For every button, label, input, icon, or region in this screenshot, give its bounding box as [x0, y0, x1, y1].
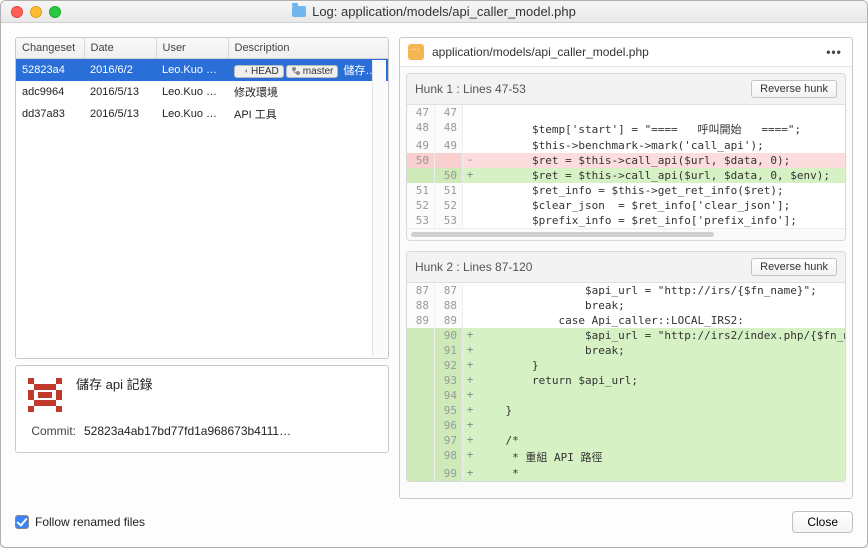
file-more-icon[interactable]: •••: [824, 45, 844, 59]
col-user[interactable]: User: [156, 38, 228, 59]
master-badge: master: [286, 65, 339, 78]
table-row[interactable]: 52823a42016/6/2Leo.Kuo <…HEADmaster 儲存…: [16, 59, 388, 82]
titlebar: Log: application/models/api_caller_model…: [1, 1, 867, 23]
code-line: 50- $ret = $this->call_api($url, $data, …: [407, 153, 845, 168]
code-line: 96+: [407, 418, 845, 433]
commit-table: Changeset Date User Description 52823a42…: [16, 38, 388, 125]
footer: Follow renamed files Close: [15, 507, 853, 533]
window-title-text: Log: application/models/api_caller_model…: [312, 4, 576, 19]
commit-label: Commit:: [24, 424, 76, 438]
hunk: Hunk 1 : Lines 47-53Reverse hunk47474848…: [406, 73, 846, 241]
diff-scroll[interactable]: Hunk 1 : Lines 47-53Reverse hunk47474848…: [400, 67, 852, 498]
folder-icon: [292, 6, 306, 17]
commit-hash: 52823a4ab17bd77fd1a968673b4111…: [84, 424, 380, 438]
window-controls: [1, 6, 61, 18]
file-bar: application/models/api_caller_model.php …: [400, 38, 852, 67]
file-path: application/models/api_caller_model.php: [432, 45, 816, 59]
code-line: 97+ /*: [407, 433, 845, 448]
table-row[interactable]: adc99642016/5/13Leo.Kuo <…修改環境: [16, 81, 388, 103]
code-line: 95+ }: [407, 403, 845, 418]
code-line: 5353 $prefix_info = $ret_info['prefix_in…: [407, 213, 845, 228]
commit-list: Changeset Date User Description 52823a42…: [15, 37, 389, 359]
left-pane: Changeset Date User Description 52823a42…: [15, 37, 389, 499]
commit-message: 儲存 api 記錄: [76, 374, 153, 393]
code-line: 4747: [407, 105, 845, 120]
commit-scrollbar[interactable]: [372, 60, 386, 356]
follow-renamed-checkbox[interactable]: Follow renamed files: [15, 515, 145, 529]
hunk-header: Hunk 1 : Lines 47-53Reverse hunk: [407, 74, 845, 105]
commit-hash-row: Commit: 52823a4ab17bd77fd1a968673b4111…: [24, 424, 380, 438]
avatar: [24, 374, 66, 416]
col-date[interactable]: Date: [84, 38, 156, 59]
code-line: 5151 $ret_info = $this->get_ret_info($re…: [407, 183, 845, 198]
code-line: 99+ *: [407, 466, 845, 481]
commit-detail: 儲存 api 記錄 Commit: 52823a4ab17bd77fd1a968…: [15, 365, 389, 453]
reverse-hunk-button[interactable]: Reverse hunk: [751, 258, 837, 276]
code-line: 5252 $clear_json = $ret_info['clear_json…: [407, 198, 845, 213]
code-line: 93+ return $api_url;: [407, 373, 845, 388]
hunk-title: Hunk 1 : Lines 47-53: [415, 82, 751, 96]
code-line: 98+ * 重組 API 路徑: [407, 448, 845, 466]
window: Log: application/models/api_caller_model…: [0, 0, 868, 548]
hunk-title: Hunk 2 : Lines 87-120: [415, 260, 751, 274]
code-block: 47474848 $temp['start'] = "==== 呼叫開始 ===…: [407, 105, 845, 228]
head-badge: HEAD: [234, 65, 284, 78]
reverse-hunk-button[interactable]: Reverse hunk: [751, 80, 837, 98]
code-line: 8787 $api_url = "http://irs/{$fn_name}";: [407, 283, 845, 298]
main-area: Changeset Date User Description 52823a42…: [15, 37, 853, 499]
close-button[interactable]: Close: [792, 511, 853, 533]
code-line: 92+ }: [407, 358, 845, 373]
zoom-window-icon[interactable]: [49, 6, 61, 18]
code-line: 8888 break;: [407, 298, 845, 313]
code-line: 8989 case Api_caller::LOCAL_IRS2:: [407, 313, 845, 328]
code-line: 91+ break;: [407, 343, 845, 358]
close-window-icon[interactable]: [11, 6, 23, 18]
window-title: Log: application/models/api_caller_model…: [1, 4, 867, 19]
table-row[interactable]: dd37a832016/5/13Leo.Kuo <…API 工具: [16, 103, 388, 125]
hunk: Hunk 2 : Lines 87-120Reverse hunk8787 $a…: [406, 251, 846, 482]
code-line: 4949 $this->benchmark->mark('call_api');: [407, 138, 845, 153]
diff-pane: application/models/api_caller_model.php …: [399, 37, 853, 499]
code-line: 94+: [407, 388, 845, 403]
col-changeset[interactable]: Changeset: [16, 38, 84, 59]
col-description[interactable]: Description: [228, 38, 388, 59]
checkbox-icon[interactable]: [15, 515, 29, 529]
code-block: 8787 $api_url = "http://irs/{$fn_name}";…: [407, 283, 845, 481]
hunk-header: Hunk 2 : Lines 87-120Reverse hunk: [407, 252, 845, 283]
hunk-scrollbar[interactable]: [407, 228, 845, 240]
code-line: 90+ $api_url = "http://irs2/index.php/{$…: [407, 328, 845, 343]
file-icon: [408, 44, 424, 60]
follow-label: Follow renamed files: [35, 515, 145, 529]
minimize-window-icon[interactable]: [30, 6, 42, 18]
code-line: 50+ $ret = $this->call_api($url, $data, …: [407, 168, 845, 183]
code-line: 4848 $temp['start'] = "==== 呼叫開始 ====";: [407, 120, 845, 138]
window-body: Changeset Date User Description 52823a42…: [1, 23, 867, 547]
